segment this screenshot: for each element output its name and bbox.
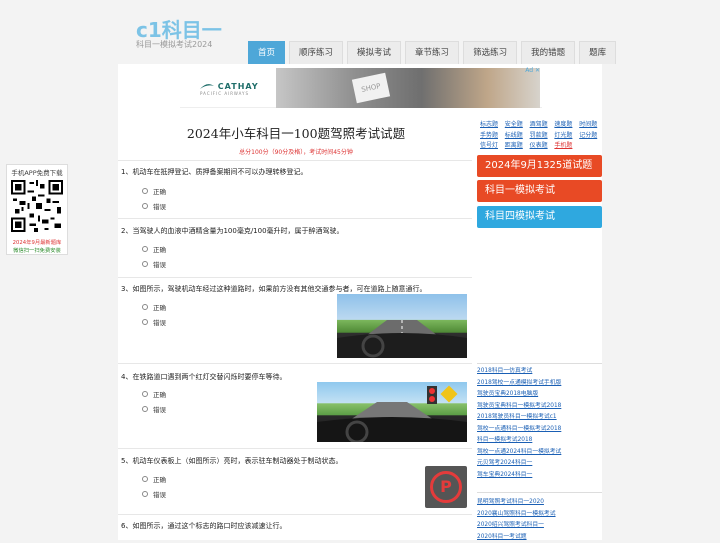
link-points[interactable]: 记分题 — [579, 130, 604, 141]
question-3-road-image — [337, 294, 467, 358]
divider — [118, 160, 472, 161]
option-correct[interactable]: 正确 — [142, 302, 166, 312]
question-text: 4、在铁路道口遇到两个红灯交替闪烁时要停车等待。 — [121, 372, 286, 382]
ad-close-icon[interactable]: Ad ✕ — [525, 67, 540, 74]
option-correct[interactable]: 正确 — [142, 474, 166, 484]
link-time[interactable]: 时间题 — [579, 119, 604, 130]
article-link[interactable]: 驾车宝典2024科目一 — [477, 470, 602, 482]
app-bank-note: 2024年9月最新题库 — [7, 238, 67, 246]
main-nav: 首页 顺序练习 模拟考试 章节练习 筛选练习 我的错题 题库 — [248, 41, 620, 64]
radio-icon[interactable] — [142, 476, 148, 482]
qr-code-icon[interactable] — [11, 180, 63, 232]
question-text: 1、机动车在抵押登记、质押备案期间不可以办理转移登记。 — [121, 167, 307, 177]
question-text: 6、如图所示，通过这个标志的路口时应该减速让行。 — [121, 521, 286, 531]
article-links-a: 2018科目一仿真考试 2018驾校一点通模拟考试手机版 驾驶员宝典2018电脑… — [477, 366, 602, 481]
article-link[interactable]: 驾驶员宝典科目一模拟考试2018 — [477, 401, 602, 413]
radio-icon[interactable] — [142, 261, 148, 267]
link-signs[interactable]: 标志题 — [480, 119, 505, 130]
article-link[interactable]: 2018驾校一点通模拟考试手机版 — [477, 378, 602, 390]
exam-rules: 总分100分（90分及格），考试时间45分钟 — [120, 147, 472, 156]
article-link[interactable]: 2018驾驶员科目一模拟考试c1 — [477, 412, 602, 424]
link-markings[interactable]: 标线题 — [505, 130, 530, 141]
ad-shop-bag: SHOP — [352, 73, 390, 104]
article-links-b: 昆明驾照考试科目一2020 2020襄山驾照科目一模拟考试 2020绍兴驾照考试… — [477, 497, 602, 543]
radio-icon[interactable] — [142, 406, 148, 412]
article-link[interactable]: 驾校一点通2024科目一模拟考试 — [477, 447, 602, 459]
link-fines[interactable]: 罚款题 — [530, 130, 555, 141]
link-instruments[interactable]: 仪表题 — [530, 140, 555, 151]
page-title: 2024年小车科目一100题驾照考试试题 — [120, 123, 472, 142]
category-links: 标志题 安全题 酒驾题 速度题 时间题 手势题 标线题 罚款题 灯光题 记分题 … — [480, 119, 604, 151]
divider — [118, 448, 472, 449]
ad-banner[interactable]: CATHAYPACIFIC AIRWAYS SHOP Ad ✕ — [180, 66, 542, 108]
article-link[interactable]: 2020绍兴驾照考试科目一 — [477, 520, 602, 532]
article-link[interactable]: 2018科目一仿真考试 — [477, 366, 602, 378]
radio-icon[interactable] — [142, 491, 148, 497]
nav-mock-exam[interactable]: 模拟考试 — [347, 41, 401, 64]
divider — [118, 363, 472, 364]
divider — [118, 218, 472, 219]
link-speed[interactable]: 速度题 — [554, 119, 579, 130]
option-wrong[interactable]: 错误 — [142, 317, 166, 327]
article-link[interactable]: 2020襄山驾照科目一模拟考试 — [477, 509, 602, 521]
nav-home[interactable]: 首页 — [248, 41, 285, 64]
parking-brake-icon: P — [425, 466, 467, 508]
radio-icon[interactable] — [142, 246, 148, 252]
app-download-heading: 手机APP免费下载 — [7, 167, 67, 177]
nav-filter-practice[interactable]: 筛选练习 — [463, 41, 517, 64]
brushwing-icon — [200, 83, 214, 91]
subject1-mock-button[interactable]: 科目一模拟考试 — [477, 180, 602, 202]
article-link[interactable]: 驾驶员宝典2018电脑版 — [477, 389, 602, 401]
option-correct[interactable]: 正确 — [142, 389, 166, 399]
article-link[interactable]: 驾校一点通科目一模拟考试2018 — [477, 424, 602, 436]
link-gestures[interactable]: 手势题 — [480, 130, 505, 141]
divider — [477, 363, 602, 364]
subject4-mock-button[interactable]: 科目四模拟考试 — [477, 206, 602, 228]
option-wrong[interactable]: 错误 — [142, 489, 166, 499]
question-text: 2、当驾驶人的血液中酒精含量为100毫克/100毫升时，属于醉酒驾驶。 — [121, 226, 344, 236]
article-link[interactable]: 2020科目一考试题 — [477, 532, 602, 543]
site-tagline: 科目一模拟考试2024 — [136, 39, 212, 50]
app-scan-note: 微信扫一扫免费安装 — [7, 246, 67, 254]
divider — [118, 514, 472, 515]
option-correct[interactable]: 正确 — [142, 244, 166, 254]
ad-photo: SHOP — [276, 68, 540, 108]
divider — [477, 492, 602, 493]
radio-icon[interactable] — [142, 188, 148, 194]
divider — [118, 277, 472, 278]
question-4-railway-image — [317, 382, 467, 442]
nav-question-bank[interactable]: 题库 — [579, 41, 616, 64]
radio-icon[interactable] — [142, 391, 148, 397]
article-link[interactable]: 科目一模拟考试2018 — [477, 435, 602, 447]
link-lights[interactable]: 灯光题 — [554, 130, 579, 141]
nav-my-mistakes[interactable]: 我的错题 — [521, 41, 575, 64]
link-safety[interactable]: 安全题 — [505, 119, 530, 130]
link-drunk[interactable]: 酒驾题 — [530, 119, 555, 130]
link-signals[interactable]: 信号灯 — [480, 140, 505, 151]
article-link[interactable]: 昆明驾照考试科目一2020 — [477, 497, 602, 509]
radio-icon[interactable] — [142, 203, 148, 209]
option-wrong[interactable]: 错误 — [142, 201, 166, 211]
option-correct[interactable]: 正确 — [142, 186, 166, 196]
latest-bank-button[interactable]: 2024年9月1325道试题 — [477, 155, 602, 177]
ad-brand-logo: CATHAYPACIFIC AIRWAYS — [200, 82, 259, 96]
article-link[interactable]: 元贝驾考2024科目一 — [477, 458, 602, 470]
option-wrong[interactable]: 错误 — [142, 259, 166, 269]
option-wrong[interactable]: 错误 — [142, 404, 166, 414]
app-download-panel[interactable]: 手机APP免费下载 2024年9月最新题库 微信扫一扫免费安装 — [6, 164, 68, 255]
question-text: 5、机动车仪表板上（如图所示）亮时，表示驻车制动器处于制动状态。 — [121, 456, 342, 466]
nav-sequential-practice[interactable]: 顺序练习 — [289, 41, 343, 64]
link-distance[interactable]: 距离题 — [505, 140, 530, 151]
radio-icon[interactable] — [142, 319, 148, 325]
radio-icon[interactable] — [142, 304, 148, 310]
question-text: 3、如图所示，驾驶机动车经过这种道路时，如果前方没有其他交通参与者，可在道路上随… — [121, 284, 426, 294]
link-phone[interactable]: 手机题 — [554, 140, 579, 151]
nav-chapter-practice[interactable]: 章节练习 — [405, 41, 459, 64]
